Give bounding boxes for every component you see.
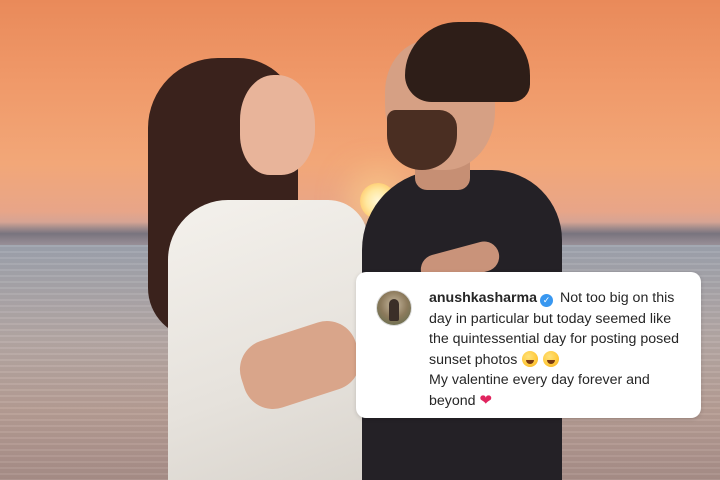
comment-text: anushkasharma ✓ Not too big on this day i… bbox=[429, 288, 691, 412]
profile-avatar[interactable] bbox=[376, 290, 412, 326]
man-hair bbox=[405, 22, 530, 102]
sunset-photo: anushkasharma ✓ Not too big on this day i… bbox=[0, 0, 720, 480]
comment-body-line2: My valentine every day forever and beyon… bbox=[429, 372, 650, 409]
woman-face bbox=[240, 75, 315, 175]
username-link[interactable]: anushkasharma bbox=[429, 290, 537, 306]
laughing-face-emoji-icon bbox=[543, 350, 560, 367]
zany-face-emoji-icon bbox=[522, 350, 539, 367]
verified-badge-icon: ✓ bbox=[540, 294, 554, 307]
avatar-figure bbox=[389, 299, 399, 321]
comment-card: anushkasharma ✓ Not too big on this day i… bbox=[356, 272, 701, 418]
red-heart-icon: ❤ bbox=[479, 391, 493, 409]
